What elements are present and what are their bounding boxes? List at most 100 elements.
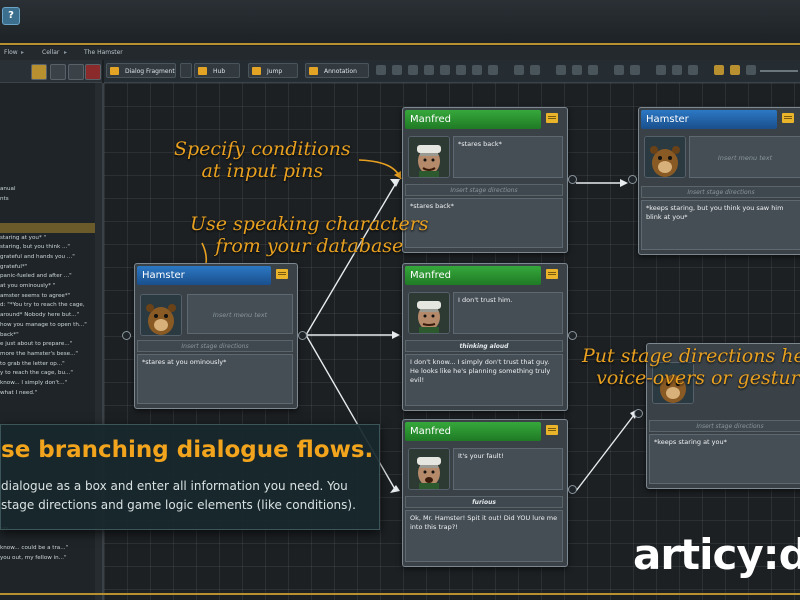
- note-icon[interactable]: [546, 113, 558, 123]
- stage-directions-field[interactable]: Insert stage directions: [137, 340, 293, 352]
- navigator-list-item[interactable]: know... could be a tra...": [0, 543, 95, 553]
- navigator-list-item[interactable]: how you manage to open th...": [0, 320, 95, 330]
- navigator-list-item[interactable]: back*": [0, 330, 95, 340]
- navigator-list-item[interactable]: d: "*You try to reach the cage,: [0, 300, 95, 310]
- dialog-text-field[interactable]: *keeps staring at you*: [649, 434, 800, 484]
- note-icon[interactable]: [546, 269, 558, 279]
- navigator-list-item[interactable]: [0, 174, 95, 184]
- stage-directions-field[interactable]: Insert stage directions: [405, 184, 563, 196]
- zoom-slider[interactable]: [760, 70, 798, 72]
- menu-text-field[interactable]: It's your fault!: [453, 448, 563, 490]
- close-icon[interactable]: [85, 64, 101, 80]
- navigator-list-item[interactable]: what I need.": [0, 388, 95, 398]
- dialog-text-field[interactable]: Ok, Mr. Hamster! Spit it out! Did YOU lu…: [405, 510, 563, 562]
- navigator-list-item[interactable]: at you ominously* ": [0, 281, 95, 291]
- input-pin[interactable]: [122, 331, 131, 340]
- settings-icon[interactable]: [50, 64, 66, 80]
- breadcrumb-item-flow[interactable]: Flow: [4, 49, 18, 56]
- navigator-list-item[interactable]: staring at you* ": [0, 233, 95, 243]
- dialog-node-manfred-3[interactable]: Manfred It's your fault! furious Ok, Mr.…: [402, 419, 568, 567]
- dialog-node-hamster[interactable]: Hamster Insert menu text Insert stage di…: [134, 263, 298, 409]
- connector-icon[interactable]: [376, 65, 386, 75]
- search-icon[interactable]: [68, 64, 84, 80]
- navigator-list-item[interactable]: staring, but you think ...": [0, 242, 95, 252]
- navigator-list-item[interactable]: [0, 397, 95, 407]
- play-icon[interactable]: [408, 65, 418, 75]
- breadcrumb-item-hamster[interactable]: The Hamster: [84, 49, 123, 56]
- navigator-list-item[interactable]: grateful and hands you ...": [0, 252, 95, 262]
- dialog-node-manfred-2[interactable]: Manfred I don't trust him. thinking alou…: [402, 263, 568, 411]
- stage-directions-field[interactable]: thinking aloud: [405, 340, 563, 352]
- navigator-list-item[interactable]: [0, 222, 95, 233]
- navigator-list-item[interactable]: [0, 87, 95, 97]
- navigator-list-item[interactable]: [0, 126, 95, 136]
- lock-icon[interactable]: [714, 65, 724, 75]
- navigator-list-item[interactable]: more the hamster's bese...": [0, 349, 95, 359]
- menu-text-field[interactable]: Insert menu text: [187, 294, 293, 334]
- dialog-node-hamster-2[interactable]: Hamster Insert menu text Insert stage di…: [638, 107, 800, 255]
- note-icon[interactable]: [782, 113, 794, 123]
- annotation-button[interactable]: Annotation: [305, 63, 369, 78]
- menu-text-field[interactable]: *stares back*: [453, 136, 563, 178]
- grid-icon[interactable]: [472, 65, 482, 75]
- undo-icon[interactable]: [614, 65, 624, 75]
- input-pin[interactable]: [634, 409, 643, 418]
- align-icon[interactable]: [530, 65, 540, 75]
- navigator-list-item[interactable]: nts: [0, 194, 95, 204]
- output-pin[interactable]: [298, 331, 307, 340]
- output-pin[interactable]: [568, 485, 577, 494]
- tag-icon[interactable]: [440, 65, 450, 75]
- arrange-icon[interactable]: [556, 65, 566, 75]
- navigator-list-item[interactable]: [0, 136, 95, 146]
- navigator-list-item[interactable]: [0, 116, 95, 126]
- navigator-list-item[interactable]: grateful*": [0, 262, 95, 272]
- navigator-list-item[interactable]: know... I simply don't...": [0, 378, 95, 388]
- stage-directions-field[interactable]: Insert stage directions: [649, 420, 800, 432]
- dialog-text-field[interactable]: *keeps staring, but you think you saw hi…: [641, 200, 800, 250]
- filter-icon[interactable]: [31, 64, 47, 80]
- menu-text-field[interactable]: Insert menu text: [689, 136, 800, 178]
- connector-icon[interactable]: [392, 65, 402, 75]
- navigator-list-item[interactable]: anual: [0, 184, 95, 194]
- snap-icon[interactable]: [730, 65, 740, 75]
- link-icon[interactable]: [456, 65, 466, 75]
- navigator-list-item[interactable]: y to reach the cage, bu...": [0, 368, 95, 378]
- navigator-list-item[interactable]: [0, 203, 95, 213]
- stage-directions-field[interactable]: Insert stage directions: [641, 186, 800, 198]
- arrange-icon[interactable]: [572, 65, 582, 75]
- dialog-fragment-button[interactable]: Dialog Fragment: [106, 63, 176, 78]
- redo-icon[interactable]: [630, 65, 640, 75]
- navigator-list-item[interactable]: [0, 155, 95, 165]
- breadcrumb-item-cellar[interactable]: Cellar: [42, 49, 59, 56]
- menu-text-field[interactable]: I don't trust him.: [453, 292, 563, 334]
- hub-button[interactable]: Hub: [194, 63, 240, 78]
- help-button[interactable]: ?: [2, 7, 20, 25]
- navigator-list-item[interactable]: you out, my fellow in...": [0, 553, 95, 563]
- navigator-list-item[interactable]: [0, 407, 95, 417]
- minimap-icon[interactable]: [656, 65, 666, 75]
- dropdown-arrow-icon[interactable]: [180, 63, 192, 78]
- fit-icon[interactable]: [672, 65, 682, 75]
- navigator-list-item[interactable]: [0, 97, 95, 107]
- navigator-list-item[interactable]: around* Nobody here but...": [0, 310, 95, 320]
- arrange-icon[interactable]: [588, 65, 598, 75]
- zoom-icon[interactable]: [746, 65, 756, 75]
- note-icon[interactable]: [546, 425, 558, 435]
- dialog-text-field[interactable]: *stares at you ominously*: [137, 354, 293, 404]
- dialog-text-field[interactable]: I don't know... I simply don't trust tha…: [405, 354, 563, 406]
- navigator-list-item[interactable]: [0, 213, 95, 223]
- navigator-list-item[interactable]: panic-fueled and after ...": [0, 271, 95, 281]
- navigator-list-item[interactable]: [0, 106, 95, 116]
- align-icon[interactable]: [514, 65, 524, 75]
- navigator-list-item[interactable]: [0, 145, 95, 155]
- layout-icon[interactable]: [488, 65, 498, 75]
- stage-directions-field[interactable]: furious: [405, 496, 563, 508]
- navigator-list-item[interactable]: e just about to prepare...": [0, 339, 95, 349]
- stop-icon[interactable]: [424, 65, 434, 75]
- navigator-list-item[interactable]: [0, 165, 95, 175]
- note-icon[interactable]: [276, 269, 288, 279]
- navigator-list-item[interactable]: amster seems to agree*": [0, 291, 95, 301]
- navigator-list-item[interactable]: [0, 533, 95, 543]
- fit-icon[interactable]: [688, 65, 698, 75]
- jump-button[interactable]: Jump: [248, 63, 298, 78]
